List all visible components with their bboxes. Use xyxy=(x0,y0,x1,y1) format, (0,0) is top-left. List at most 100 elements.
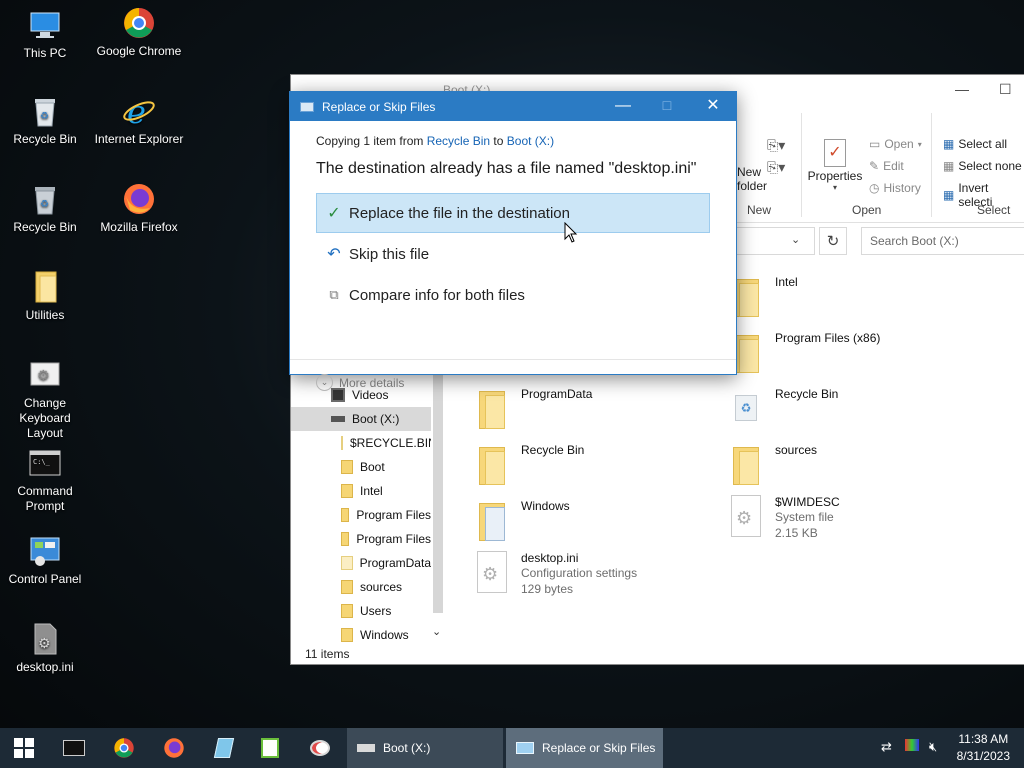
easy-access-icon[interactable]: ⎘▾ xyxy=(767,159,785,176)
desktop-icon-label: This PC xyxy=(23,46,67,60)
compare-files-option[interactable]: ⧉ Compare info for both files xyxy=(316,275,710,315)
address-dropdown[interactable]: ⌄ xyxy=(731,227,815,255)
desktop-icon-utilities[interactable]: Utilities xyxy=(0,270,90,323)
folder-icon xyxy=(341,580,353,594)
file-item[interactable]: sources xyxy=(731,443,817,485)
nav-item-folder[interactable]: $RECYCLE.BIN xyxy=(291,431,431,455)
desktop-icon-label: Change Keyboard Layout xyxy=(19,396,71,440)
nav-item-folder[interactable]: Windows xyxy=(291,623,431,647)
properties-button[interactable]: ✓ Properties ▾ xyxy=(807,139,863,192)
settings-file-icon xyxy=(477,551,507,593)
file-item[interactable]: Windows xyxy=(477,499,570,541)
file-name: desktop.ini xyxy=(521,551,579,565)
conflict-headline: The destination already has a file named… xyxy=(316,160,697,177)
desktop-icon-internet-explorer[interactable]: e Internet Explorer xyxy=(94,93,184,147)
checkmark-icon: ✓ xyxy=(327,205,341,222)
minimize-icon[interactable]: — xyxy=(955,81,969,97)
recycle-bin-icon: ♻ xyxy=(28,94,62,128)
taskbar-command-prompt[interactable] xyxy=(54,728,94,768)
file-item[interactable]: Program Files (x86) xyxy=(731,331,880,373)
system-clock[interactable]: 11:38 AM 8/31/2023 xyxy=(957,731,1010,765)
more-details-toggle[interactable]: ⌄ More details xyxy=(316,374,404,391)
chevron-down-icon: ⌄ xyxy=(791,234,801,246)
new-folder-button[interactable]: New folder xyxy=(737,165,767,193)
source-link[interactable]: Recycle Bin xyxy=(427,134,490,148)
control-panel-icon xyxy=(28,534,62,568)
destination-link[interactable]: Boot (X:) xyxy=(507,134,554,148)
desktop-icon-label: Recycle Bin xyxy=(13,220,77,234)
notepad-icon xyxy=(213,738,235,758)
nav-scrollbar[interactable]: ⌄ xyxy=(431,371,445,645)
desktop-icon-control-panel[interactable]: Control Panel xyxy=(0,534,90,587)
open-button[interactable]: ▭ Open ▾ xyxy=(869,137,922,151)
desktop-icon-recycle-bin-2[interactable]: ♻ Recycle Bin xyxy=(0,182,90,235)
replace-or-skip-dialog[interactable]: Replace or Skip Files — ☐ ✕ Copying 1 it… xyxy=(289,91,737,391)
nav-item-boot-drive[interactable]: Boot (X:) xyxy=(291,407,431,431)
desktop-icon-label: Command Prompt xyxy=(17,484,73,513)
desktop-icon-change-keyboard-layout[interactable]: ⚙ Change Keyboard Layout xyxy=(0,358,90,441)
taskbar-paint[interactable] xyxy=(300,728,340,768)
refresh-button[interactable]: ↻ xyxy=(819,227,847,255)
command-prompt-icon xyxy=(63,740,85,756)
taskbar-window-replace-dialog[interactable]: Replace or Skip Files xyxy=(506,728,663,768)
volume-muted-icon[interactable]: 🔇︎ xyxy=(929,739,937,755)
taskbar-notepad[interactable] xyxy=(204,728,244,768)
file-item[interactable]: ProgramData xyxy=(477,387,592,429)
taskbar-chrome[interactable] xyxy=(104,728,144,768)
chevron-down-icon[interactable]: ⌄ xyxy=(432,625,441,638)
open-icon: ▭ xyxy=(869,137,881,151)
scrollbar-thumb[interactable] xyxy=(433,373,443,613)
file-item[interactable]: ♻ Recycle Bin xyxy=(731,387,838,423)
maximize-icon[interactable]: ☐ xyxy=(999,81,1012,98)
desktop-icon-chrome[interactable]: Google Chrome xyxy=(94,6,184,59)
color-display-icon[interactable] xyxy=(905,739,919,754)
chrome-icon xyxy=(114,738,134,758)
desktop-icon-command-prompt[interactable]: C:\_ Command Prompt xyxy=(0,446,90,514)
file-item[interactable]: Intel xyxy=(731,275,798,317)
desktop-icon-firefox[interactable]: Mozilla Firefox xyxy=(94,182,184,235)
dialog-titlebar[interactable]: Replace or Skip Files — ☐ ✕ xyxy=(290,92,736,121)
nav-item-folder[interactable]: sources xyxy=(291,575,431,599)
keyboard-layout-icon: ⚙ xyxy=(28,358,62,392)
taskbar-firefox[interactable] xyxy=(154,728,194,768)
desktop-icon-desktop-ini[interactable]: ⚙ desktop.ini xyxy=(0,622,90,675)
file-item[interactable]: desktop.ini Configuration settings 129 b… xyxy=(477,551,637,597)
taskbar-editor[interactable] xyxy=(250,728,290,768)
folder-icon xyxy=(477,443,507,485)
properties-icon: ✓ xyxy=(824,139,846,167)
folder-icon xyxy=(477,387,507,429)
nav-item-folder[interactable]: Users xyxy=(291,599,431,623)
nav-item-folder[interactable]: Intel xyxy=(291,479,431,503)
file-item[interactable]: Recycle Bin xyxy=(477,443,584,485)
history-button[interactable]: ◷ History xyxy=(869,181,921,195)
nav-item-folder[interactable]: Program Files xyxy=(291,503,431,527)
file-item[interactable]: $WIMDESC System file 2.15 KB xyxy=(731,495,840,541)
file-size: 2.15 KB xyxy=(775,526,818,540)
folder-icon xyxy=(341,628,353,642)
mouse-cursor xyxy=(564,222,578,243)
dialog-divider xyxy=(290,359,736,360)
search-input[interactable]: Search Boot (X:) xyxy=(861,227,1024,255)
desktop-icon-label: Control Panel xyxy=(8,572,82,586)
desktop-icon-this-pc[interactable]: This PC xyxy=(0,8,90,61)
close-icon[interactable]: ✕ xyxy=(698,96,728,116)
select-none-button[interactable]: ▦ Select none xyxy=(943,159,1022,173)
new-item-icon[interactable]: ⎘▾ xyxy=(767,137,785,154)
nav-item-folder[interactable]: ProgramData xyxy=(291,551,431,575)
desktop-icon-recycle-bin[interactable]: ♻ Recycle Bin xyxy=(0,94,90,147)
network-icon[interactable]: ⇄ xyxy=(881,739,892,755)
select-none-icon: ▦ xyxy=(943,159,955,173)
minimize-icon[interactable]: — xyxy=(608,96,638,116)
file-type: Configuration settings xyxy=(521,566,638,580)
start-button[interactable] xyxy=(4,728,44,768)
taskbar-window-boot-drive[interactable]: Boot (X:) xyxy=(347,728,503,768)
firefox-icon xyxy=(164,738,184,758)
select-all-button[interactable]: ▦ Select all xyxy=(943,137,1007,151)
replace-file-option[interactable]: ✓ Replace the file in the destination xyxy=(316,193,710,233)
edit-button[interactable]: ✎ Edit xyxy=(869,159,904,173)
nav-item-folder[interactable]: Program Files xyxy=(291,527,431,551)
svg-text:⚙: ⚙ xyxy=(37,367,50,383)
skip-file-option[interactable]: ↶ Skip this file xyxy=(316,234,710,274)
nav-item-folder[interactable]: Boot xyxy=(291,455,431,479)
desktop-icon-label: Mozilla Firefox xyxy=(100,220,178,234)
